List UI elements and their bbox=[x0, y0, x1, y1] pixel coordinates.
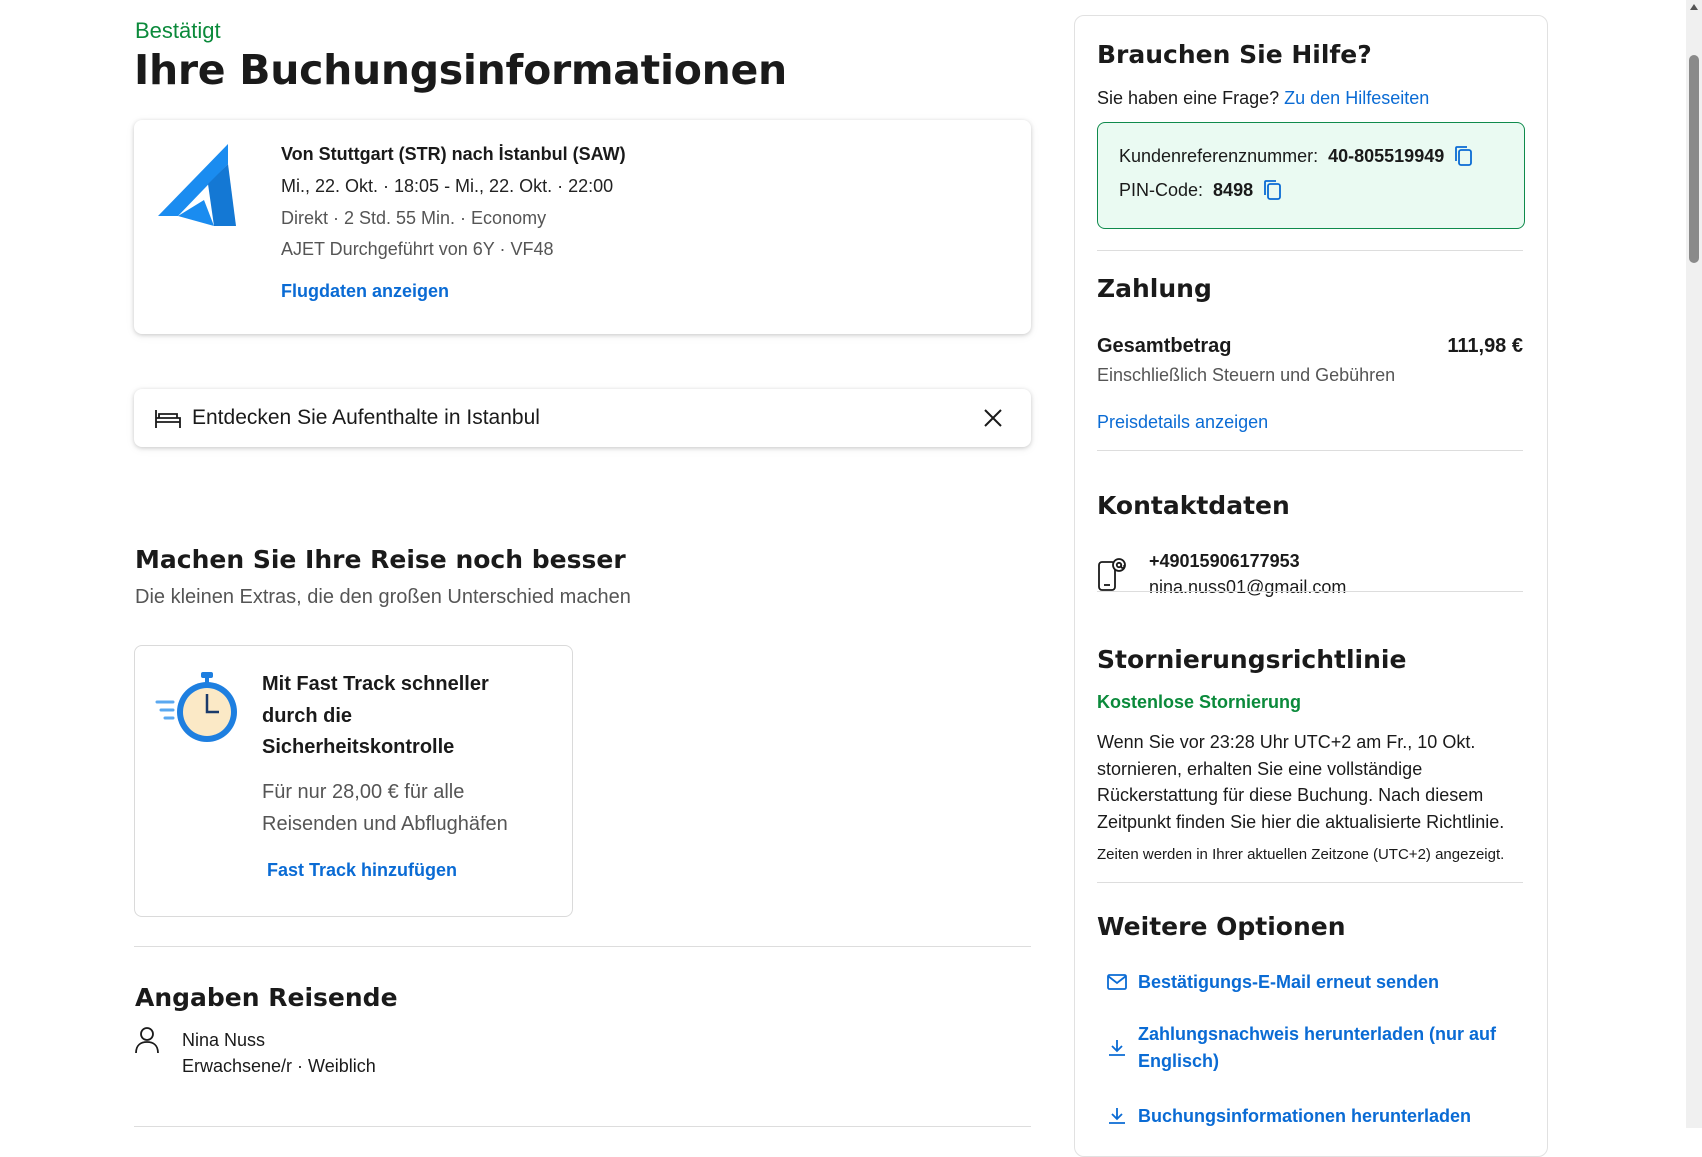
phone-email-icon bbox=[1098, 558, 1126, 591]
cancellation-text: Wenn Sie vor 23:28 Uhr UTC+2 am Fr., 10 … bbox=[1097, 732, 1505, 832]
pin-code-value: 8498 bbox=[1213, 179, 1254, 200]
ajet-logo-icon bbox=[158, 144, 236, 226]
free-cancellation-badge: Kostenlose Stornierung bbox=[1097, 692, 1302, 712]
bed-icon bbox=[155, 410, 181, 428]
divider bbox=[1097, 250, 1523, 251]
fasttrack-card: Mit Fast Track schneller durch die Siche… bbox=[134, 645, 573, 917]
price-details-link[interactable]: Preisdetails anzeigen bbox=[1097, 412, 1268, 433]
scrollbar[interactable] bbox=[1686, 0, 1702, 1128]
fasttrack-title: Mit Fast Track schneller durch die Siche… bbox=[262, 673, 489, 758]
flight-operator: AJET Durchgeführt von 6Y · VF48 bbox=[281, 239, 554, 259]
cancellation-title: Stornierungsrichtlinie bbox=[1097, 645, 1407, 674]
download-icon bbox=[1109, 1108, 1125, 1124]
download-booking-info-label: Buchungsinformationen herunterladen bbox=[1138, 1106, 1472, 1126]
reference-number-value: 40-805519949 bbox=[1328, 145, 1445, 166]
total-amount-label: Gesamtbetrag bbox=[1097, 335, 1232, 357]
pin-code-row: PIN-Code: 8498 bbox=[1119, 179, 1283, 201]
reference-number-row: Kundenreferenznummer: 40-805519949 bbox=[1119, 145, 1474, 167]
download-icon bbox=[1109, 1040, 1125, 1056]
flight-details-link[interactable]: Flugdaten anzeigen bbox=[281, 281, 449, 302]
flight-time: Mi., 22. Okt. · 18:05 - Mi., 22. Okt. · … bbox=[281, 176, 614, 196]
reference-number-label: Kundenreferenznummer: bbox=[1119, 145, 1319, 166]
booking-status: Bestätigt bbox=[135, 18, 221, 43]
download-booking-info-link[interactable]: Buchungsinformationen herunterladen bbox=[1106, 1103, 1506, 1130]
help-pages-link[interactable]: Zu den Hilfeseiten bbox=[1284, 88, 1429, 108]
booking-sidebar: Brauchen Sie Hilfe? Sie haben eine Frage… bbox=[1074, 15, 1548, 1157]
contact-title: Kontaktdaten bbox=[1097, 491, 1290, 520]
divider bbox=[134, 1126, 1031, 1127]
payment-title: Zahlung bbox=[1097, 274, 1212, 303]
stay-banner[interactable]: Entdecken Sie Aufenthalte in Istanbul bbox=[134, 389, 1031, 447]
download-payment-proof-link[interactable]: Zahlungsnachweis herunterladen (nur auf … bbox=[1106, 1021, 1506, 1075]
person-icon bbox=[135, 1027, 159, 1054]
more-options-title: Weitere Optionen bbox=[1097, 912, 1346, 941]
fasttrack-description: Für nur 28,00 € für alle Reisenden und A… bbox=[262, 781, 508, 835]
divider bbox=[1097, 450, 1523, 451]
stay-banner-text: Entdecken Sie Aufenthalte in Istanbul bbox=[192, 406, 540, 429]
scrollbar-thumb[interactable] bbox=[1689, 55, 1699, 263]
scroll-up-arrow-icon[interactable] bbox=[1689, 2, 1699, 12]
copy-icon[interactable] bbox=[1454, 145, 1474, 167]
help-question-text: Sie haben eine Frage? bbox=[1097, 88, 1280, 108]
resend-email-label: Bestätigungs-E-Mail erneut senden bbox=[1138, 972, 1440, 992]
download-payment-proof-label: Zahlungsnachweis herunterladen (nur auf … bbox=[1138, 1024, 1497, 1071]
traveller-info: Erwachsene/r · Weiblich bbox=[182, 1056, 376, 1076]
flight-details: Direkt · 2 Std. 55 Min. · Economy bbox=[281, 208, 547, 228]
stopwatch-icon bbox=[155, 672, 237, 742]
help-question: Sie haben eine Frage? Zu den Hilfeseiten bbox=[1097, 88, 1429, 109]
pin-code-label: PIN-Code: bbox=[1119, 179, 1204, 200]
close-icon[interactable] bbox=[979, 404, 1007, 432]
section-title-improve: Machen Sie Ihre Reise noch besser bbox=[135, 545, 626, 574]
contact-phone: +49015906177953 bbox=[1149, 551, 1300, 571]
divider bbox=[1097, 591, 1523, 592]
copy-icon[interactable] bbox=[1263, 179, 1283, 201]
total-amount-note: Einschließlich Steuern und Gebühren bbox=[1097, 365, 1396, 385]
help-title: Brauchen Sie Hilfe? bbox=[1097, 40, 1372, 69]
mail-icon bbox=[1107, 974, 1127, 990]
page-title: Ihre Buchungsinformationen bbox=[134, 46, 787, 94]
flight-route: Von Stuttgart (STR) nach İstanbul (SAW) bbox=[281, 144, 626, 164]
add-fasttrack-link[interactable]: Fast Track hinzufügen bbox=[267, 860, 457, 881]
flight-card: Von Stuttgart (STR) nach İstanbul (SAW) … bbox=[134, 120, 1031, 334]
reference-box: Kundenreferenznummer: 40-805519949 PIN-C… bbox=[1097, 122, 1525, 229]
traveller-name: Nina Nuss bbox=[182, 1030, 266, 1050]
contact-email: nina.nuss01@gmail.com bbox=[1149, 577, 1347, 597]
total-amount-value: 111,98 € bbox=[1447, 335, 1523, 357]
divider bbox=[1097, 882, 1523, 883]
timezone-note: Zeiten werden in Ihrer aktuellen Zeitzon… bbox=[1097, 846, 1505, 863]
resend-email-link[interactable]: Bestätigungs-E-Mail erneut senden bbox=[1106, 969, 1506, 996]
section-subtitle-improve: Die kleinen Extras, die den großen Unter… bbox=[135, 586, 631, 608]
divider bbox=[134, 946, 1031, 947]
section-title-travellers: Angaben Reisende bbox=[135, 983, 398, 1012]
